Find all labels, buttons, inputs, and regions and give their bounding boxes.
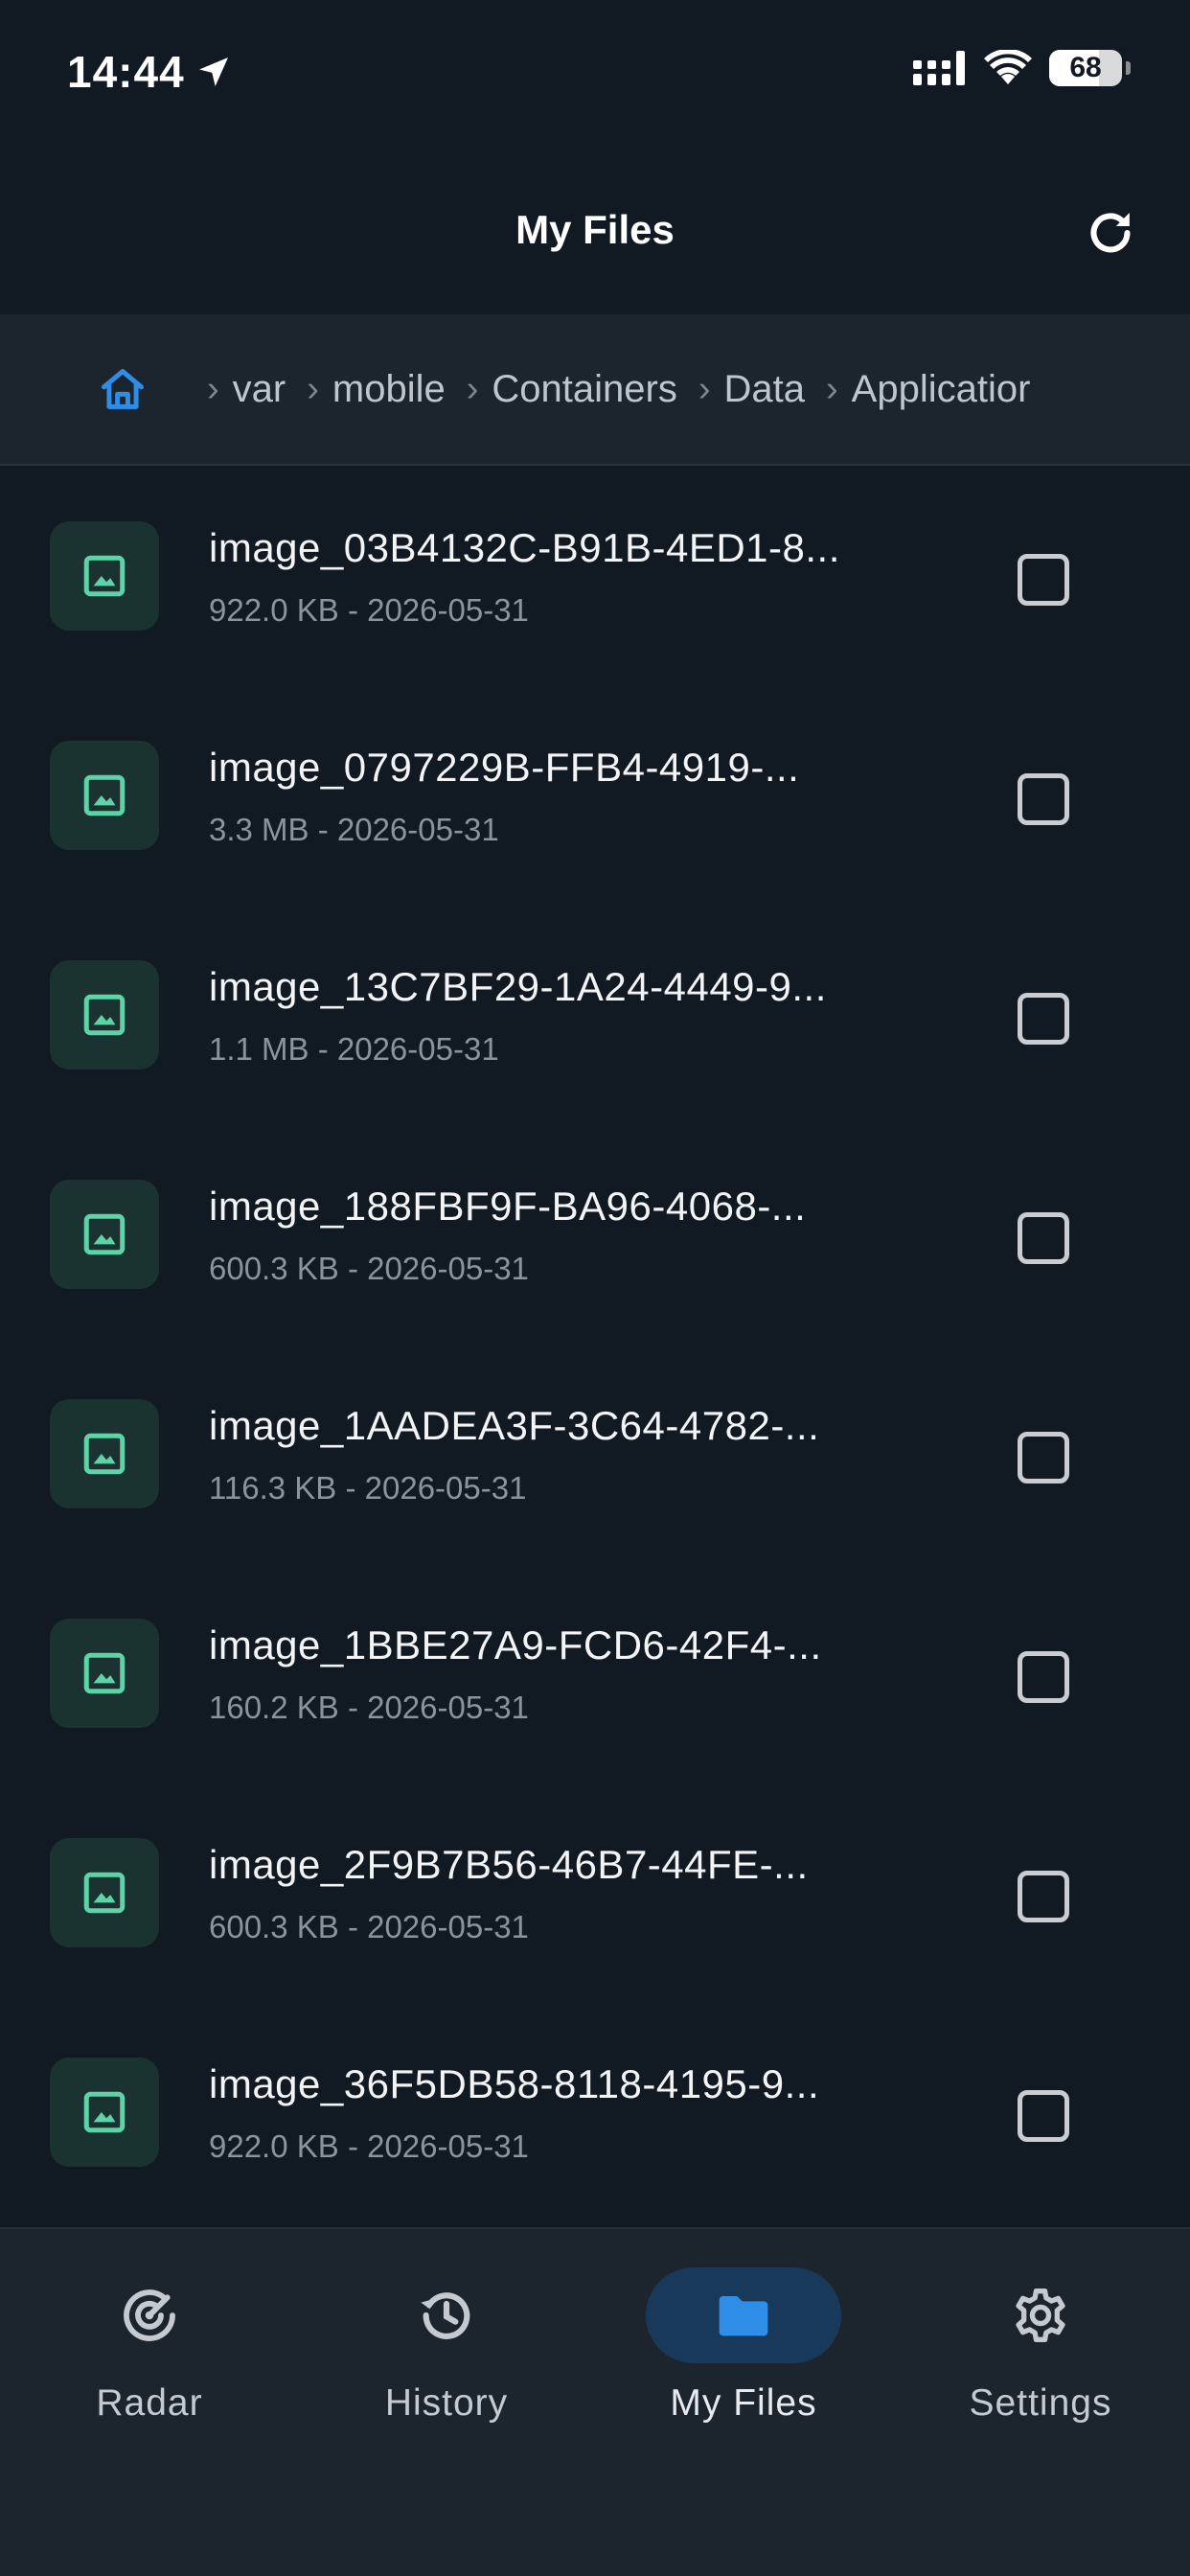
status-time: 14:44 bbox=[67, 46, 233, 98]
tab-settings[interactable]: Settings bbox=[935, 2267, 1146, 2459]
image-file-icon bbox=[83, 994, 126, 1036]
file-name: image_1BBE27A9-FCD6-42F4-... bbox=[209, 1622, 822, 1668]
gear-icon bbox=[1016, 2288, 1065, 2342]
tab-label: My Files bbox=[670, 2382, 817, 2424]
header: My Files bbox=[0, 153, 1190, 314]
file-meta: 1.1 MB - 2026-05-31 bbox=[209, 1031, 499, 1067]
image-file-icon bbox=[83, 1213, 126, 1255]
file-list-item[interactable]: image_03B4132C-B91B-4ED1-8... 922.0 KB -… bbox=[0, 466, 1190, 685]
breadcrumb: › var › mobile › Containers › Data › App… bbox=[0, 314, 1190, 466]
file-list-item[interactable]: image_1AADEA3F-3C64-4782-... 116.3 KB - … bbox=[0, 1344, 1190, 1563]
file-thumbnail bbox=[50, 2058, 159, 2167]
file-meta: 160.2 KB - 2026-05-31 bbox=[209, 1690, 529, 1725]
radar-icon bbox=[124, 2289, 175, 2341]
file-list-item[interactable]: image_13C7BF29-1A24-4449-9... 1.1 MB - 2… bbox=[0, 905, 1190, 1124]
status-indicators: 68 bbox=[913, 50, 1131, 86]
file-select-checkbox[interactable] bbox=[1018, 773, 1069, 825]
breadcrumb-label: Data bbox=[723, 367, 805, 410]
breadcrumb-item-containers[interactable]: › Containers bbox=[446, 368, 677, 411]
breadcrumb-item-mobile[interactable]: › mobile bbox=[286, 368, 446, 411]
file-list-item[interactable]: image_36F5DB58-8118-4195-9... 922.0 KB -… bbox=[0, 2002, 1190, 2221]
tab-icon-container bbox=[646, 2267, 841, 2363]
breadcrumb-item-application[interactable]: › Applicatior bbox=[805, 368, 1030, 411]
file-thumbnail bbox=[50, 521, 159, 631]
battery-level-text: 68 bbox=[1069, 52, 1102, 83]
file-meta: 600.3 KB - 2026-05-31 bbox=[209, 1909, 529, 1944]
chevron-right-icon: › bbox=[466, 368, 479, 409]
file-select-checkbox[interactable] bbox=[1018, 1212, 1069, 1264]
image-file-icon bbox=[83, 1872, 126, 1914]
file-list-item[interactable]: image_188FBF9F-BA96-4068-... 600.3 KB - … bbox=[0, 1124, 1190, 1344]
tab-label: Settings bbox=[969, 2382, 1112, 2424]
file-select-checkbox[interactable] bbox=[1018, 554, 1069, 606]
file-list-item[interactable]: image_2F9B7B56-46B7-44FE-... 600.3 KB - … bbox=[0, 1782, 1190, 2002]
breadcrumb-item-var[interactable]: › var bbox=[149, 368, 286, 411]
file-thumbnail bbox=[50, 741, 159, 850]
file-thumbnail bbox=[50, 1180, 159, 1289]
status-bar: 14:44 68 bbox=[0, 0, 1190, 153]
image-file-icon bbox=[83, 555, 126, 597]
image-file-icon bbox=[83, 2091, 126, 2133]
refresh-button[interactable] bbox=[1077, 199, 1144, 266]
tab-label: History bbox=[384, 2382, 509, 2424]
cellular-signal-icon bbox=[913, 51, 965, 85]
chevron-right-icon: › bbox=[307, 368, 319, 409]
page-title: My Files bbox=[515, 207, 675, 252]
breadcrumb-item-data[interactable]: › Data bbox=[677, 368, 805, 411]
tab-history[interactable]: History bbox=[341, 2267, 552, 2459]
tab-icon-container bbox=[52, 2267, 247, 2363]
file-thumbnail bbox=[50, 1838, 159, 1947]
file-thumbnail bbox=[50, 1619, 159, 1728]
file-list-item[interactable]: image_1BBE27A9-FCD6-42F4-... 160.2 KB - … bbox=[0, 1563, 1190, 1782]
file-thumbnail bbox=[50, 1399, 159, 1508]
file-list: image_03B4132C-B91B-4ED1-8... 922.0 KB -… bbox=[0, 466, 1190, 2227]
file-meta: 600.3 KB - 2026-05-31 bbox=[209, 1251, 529, 1286]
breadcrumb-label: var bbox=[232, 367, 286, 410]
breadcrumb-label: mobile bbox=[332, 367, 446, 410]
file-name: image_36F5DB58-8118-4195-9... bbox=[209, 2061, 820, 2106]
history-icon bbox=[421, 2292, 470, 2339]
file-select-checkbox[interactable] bbox=[1018, 993, 1069, 1045]
tab-icon-container bbox=[943, 2267, 1138, 2363]
folder-icon bbox=[719, 2296, 768, 2336]
file-select-checkbox[interactable] bbox=[1018, 2090, 1069, 2142]
image-file-icon bbox=[83, 1652, 126, 1694]
file-name: image_1AADEA3F-3C64-4782-... bbox=[209, 1403, 820, 1448]
file-name: image_13C7BF29-1A24-4449-9... bbox=[209, 964, 827, 1009]
tab-icon-container bbox=[349, 2267, 544, 2363]
battery-tip bbox=[1126, 61, 1131, 75]
wifi-icon bbox=[984, 50, 1032, 84]
tab-label: Radar bbox=[96, 2382, 203, 2424]
file-name: image_2F9B7B56-46B7-44FE-... bbox=[209, 1842, 809, 1887]
file-meta: 922.0 KB - 2026-05-31 bbox=[209, 2128, 529, 2164]
file-thumbnail bbox=[50, 960, 159, 1070]
tab-my-files[interactable]: My Files bbox=[638, 2267, 849, 2459]
tab-radar[interactable]: Radar bbox=[44, 2267, 255, 2459]
file-name: image_0797229B-FFB4-4919-... bbox=[209, 745, 800, 790]
image-file-icon bbox=[83, 1433, 126, 1475]
file-name: image_03B4132C-B91B-4ED1-8... bbox=[209, 525, 840, 570]
image-file-icon bbox=[83, 774, 126, 816]
chevron-right-icon: › bbox=[207, 368, 219, 409]
file-name: image_188FBF9F-BA96-4068-... bbox=[209, 1184, 807, 1229]
breadcrumb-home[interactable] bbox=[96, 362, 149, 416]
breadcrumb-label: Applicatior bbox=[851, 367, 1031, 410]
chevron-right-icon: › bbox=[825, 368, 838, 409]
file-list-item[interactable]: image_0797229B-FFB4-4919-... 3.3 MB - 20… bbox=[0, 685, 1190, 905]
file-select-checkbox[interactable] bbox=[1018, 1871, 1069, 1922]
chevron-right-icon: › bbox=[698, 368, 711, 409]
battery-indicator: 68 bbox=[1049, 50, 1122, 86]
file-select-checkbox[interactable] bbox=[1018, 1432, 1069, 1484]
file-meta: 116.3 KB - 2026-05-31 bbox=[209, 1470, 527, 1506]
location-arrow-icon bbox=[198, 58, 228, 86]
file-meta: 3.3 MB - 2026-05-31 bbox=[209, 812, 499, 847]
tab-bar: Radar History My Files Settings bbox=[0, 2227, 1190, 2576]
home-icon bbox=[102, 369, 144, 409]
file-meta: 922.0 KB - 2026-05-31 bbox=[209, 592, 529, 628]
file-select-checkbox[interactable] bbox=[1018, 1651, 1069, 1703]
status-time-text: 14:44 bbox=[67, 47, 185, 97]
breadcrumb-label: Containers bbox=[492, 367, 677, 410]
refresh-icon bbox=[1090, 213, 1131, 253]
